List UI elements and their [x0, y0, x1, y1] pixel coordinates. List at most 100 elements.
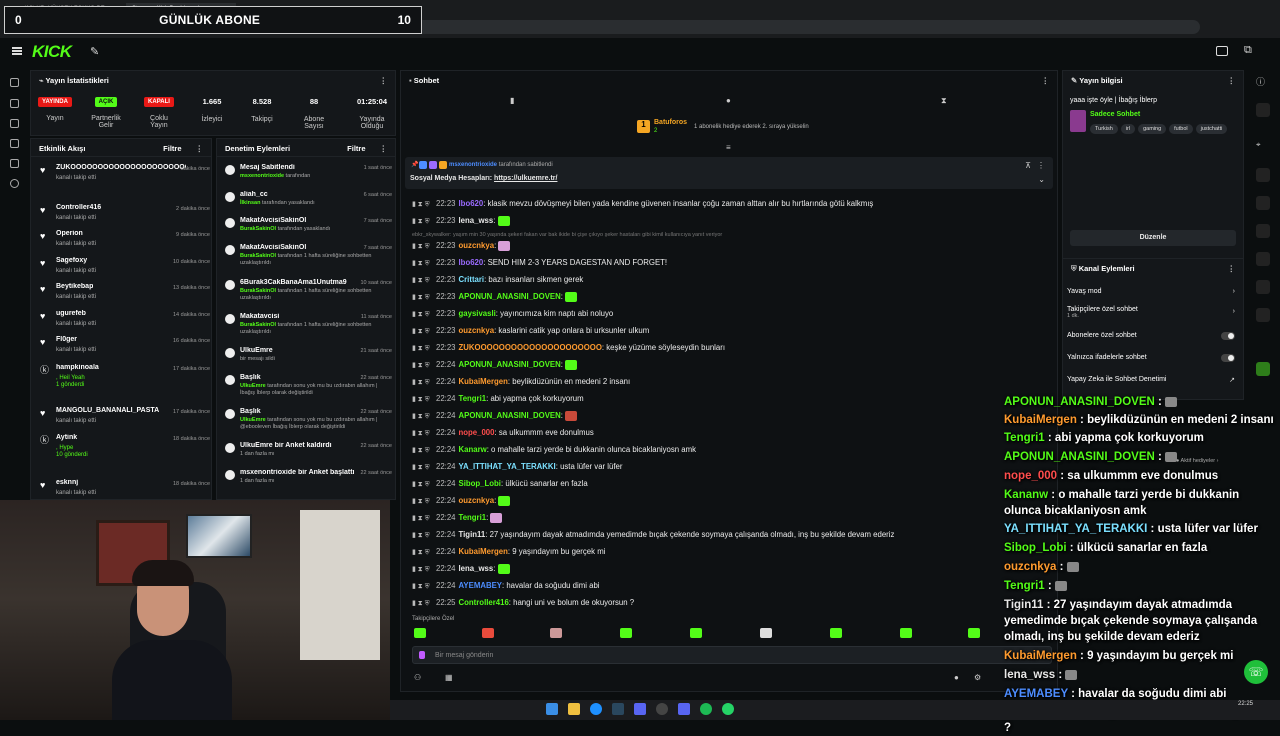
kick-logo[interactable]: KICK: [32, 42, 72, 62]
activity-feed-item[interactable]: ♥ ugurefeb kanalı takip etti 14 dakika önce: [36, 310, 214, 336]
moderator-name[interactable]: BurakSakinOl: [240, 322, 276, 328]
message-mod-controls[interactable]: ▮ ⧗ ⛨: [412, 446, 436, 455]
whatsapp-icon[interactable]: [722, 703, 734, 715]
link-icon[interactable]: [1256, 252, 1270, 266]
activity-user[interactable]: Fl0ger: [56, 336, 77, 343]
chat-message[interactable]: ▮ ⧗ ⛨ 22:23 lbo620: klasik mevzu dövüşmeyi…: [412, 199, 1052, 213]
message-username[interactable]: lena_wss: [459, 216, 494, 225]
moderator-name[interactable]: msxenontrioxide: [240, 173, 284, 179]
folder-icon[interactable]: [568, 703, 580, 715]
message-username[interactable]: AYEMABEY: [459, 581, 502, 590]
discord-icon[interactable]: [678, 703, 690, 715]
gear-icon[interactable]: ⚙: [974, 673, 981, 682]
green-app-icon[interactable]: [1256, 362, 1270, 376]
chat-message[interactable]: ▮ ⧗ ⛨ 22:23 Crittari: bazı insanları sikme…: [412, 275, 1052, 289]
chat-message[interactable]: ▮ ⧗ ⛨ 22:24 APONUN_ANASINI_DOVEN:: [412, 411, 1052, 425]
chat-message[interactable]: ▮ ⧗ ⛨ 22:23 gaysivasli: yayıncımıza kim na…: [412, 309, 1052, 323]
emote-only-toggle[interactable]: [1221, 354, 1235, 362]
message-mod-controls[interactable]: ▮ ⧗ ⛨: [412, 412, 436, 421]
menu-icon[interactable]: [12, 47, 22, 55]
moderation-item[interactable]: MakatAvcisiSakinOl BurakSakinOl tarafında…: [222, 244, 394, 270]
message-username[interactable]: APONUN_ANASINI_DOVEN: [459, 360, 561, 369]
chat-message[interactable]: ▮ ⧗ ⛨ 22:24 nope_000: sa ulkummm eve donul…: [412, 428, 1052, 442]
activity-feed-item[interactable]: ⓚ Aytink , Hype 10 gönderdi 18 dakika önce: [36, 434, 214, 460]
message-username[interactable]: KubaiMergen: [459, 377, 508, 386]
chat-message[interactable]: ▮ ⧗ ⛨ 22:24 Kanarw: o mahalle tarzi yerde …: [412, 445, 1052, 459]
chat-message[interactable]: ▮ ⧗ ⛨ 22:25 Controller416: hangi uni ve bo…: [412, 598, 1052, 612]
activity-feed-item[interactable]: ♥ Sagefoxy kanalı takip etti 10 dakika önce: [36, 257, 214, 283]
message-username[interactable]: ZUKOOOOOOOOOOOOOOOOOOOOO: [459, 343, 602, 352]
message-mod-controls[interactable]: ▮ ⧗ ⛨: [412, 378, 436, 387]
filter-button[interactable]: Filtre: [347, 144, 365, 153]
activity-user[interactable]: MANGOLU_BANANALI_PASTA: [56, 407, 159, 414]
activity-feed-item[interactable]: ♥ Beytikebap kanalı takip etti 13 dakika ön…: [36, 283, 214, 309]
moderator-name[interactable]: BurakSakinOl: [240, 226, 276, 232]
dashboard-icon[interactable]: [10, 99, 19, 108]
chat-message[interactable]: ▮ ⧗ ⛨ 22:23 ouzcnkya: kaslarini catik yap …: [412, 326, 1052, 340]
moderation-item[interactable]: msxenontrioxide bir Anket başlattı 1 dan…: [222, 469, 394, 495]
moderation-item[interactable]: aliah_cc İlkinsan tarafından yasaklandı 6 …: [222, 191, 394, 217]
message-username[interactable]: lena_wss: [459, 564, 494, 573]
chat-message[interactable]: ▮ ⧗ ⛨ 22:24 AYEMABEY: havalar da soğudu di…: [412, 581, 1052, 595]
unpin-icon[interactable]: ⊼: [1025, 161, 1031, 170]
moderator-name[interactable]: UlkuEmre: [240, 417, 266, 423]
chat-message[interactable]: ▮ ⧗ ⛨ 22:24 ouzcnkya:: [412, 496, 1052, 510]
chat-message[interactable]: ▮ ⧗ ⛨ 22:24 Sibop_Lobi: ülkücü sanarlar en…: [412, 479, 1052, 493]
pinned-link[interactable]: https://ulkuemre.tr/: [494, 175, 557, 182]
activity-feed-item[interactable]: ♥ ZUKOOOOOOOOOOOOOOOOOOOOOOO kanalı takip …: [36, 164, 214, 190]
chat-message[interactable]: ▮ ⧗ ⛨ 22:23 ZUKOOOOOOOOOOOOOOOOOOOOO: keşk…: [412, 343, 1052, 357]
activity-feed-item[interactable]: ⓚ hampkinoala , Heil Yeah 1 gönderdi 17 dak…: [36, 364, 214, 390]
people-icon[interactable]: ⚇: [414, 673, 421, 682]
calendar-icon[interactable]: ▦: [445, 673, 453, 682]
moderation-item[interactable]: MakatAvcisiSakinOl BurakSakinOl tarafında…: [222, 217, 394, 243]
trash-icon[interactable]: ▮: [510, 96, 514, 105]
message-username[interactable]: ouzcnkya: [459, 241, 495, 250]
message-username[interactable]: Tengri1: [459, 513, 487, 522]
more-icon[interactable]: ⋮: [1037, 161, 1045, 170]
trophy-icon[interactable]: [10, 119, 19, 128]
chat-message[interactable]: ▮ ⧗ ⛨ 22:24 KubaiMergen: 9 yaşındayım bu g…: [412, 547, 1052, 561]
message-mod-controls[interactable]: ▮ ⧗ ⛨: [412, 276, 436, 285]
emote-icon[interactable]: [550, 628, 562, 638]
expand-icon[interactable]: ≡: [726, 143, 731, 152]
message-icon[interactable]: [1256, 224, 1270, 238]
more-icon[interactable]: ⋮: [196, 144, 204, 153]
moderator-name[interactable]: BurakSakinOl: [240, 288, 276, 294]
edge-icon[interactable]: [590, 703, 602, 715]
calendar-icon[interactable]: [1256, 280, 1270, 294]
message-username[interactable]: Tengri1: [459, 394, 487, 403]
activity-user[interactable]: Sagefoxy: [56, 257, 87, 264]
chat-message[interactable]: ▮ ⧗ ⛨ 22:24 Tengri1:: [412, 513, 1052, 527]
message-username[interactable]: APONUN_ANASINI_DOVEN: [459, 292, 561, 301]
moderator-name[interactable]: UlkuEmre: [240, 383, 266, 389]
lightning-icon[interactable]: [1256, 168, 1270, 182]
message-mod-controls[interactable]: ▮ ⧗ ⛨: [412, 480, 436, 489]
activity-user[interactable]: ugurefeb: [56, 310, 86, 317]
message-username[interactable]: nope_000: [459, 428, 495, 437]
chat-bubble-icon[interactable]: ●: [726, 96, 731, 105]
emote-icon[interactable]: [620, 628, 632, 638]
kick-app-icon[interactable]: ⧉: [1244, 44, 1252, 57]
emote-icon[interactable]: [830, 628, 842, 638]
more-icon[interactable]: ⋮: [380, 76, 388, 85]
moderation-item[interactable]: UlkuEmre bir mesajı sildi 21 saat önce: [222, 347, 394, 373]
message-username[interactable]: Sibop_Lobi: [459, 479, 501, 488]
message-mod-controls[interactable]: ▮ ⧗ ⛨: [412, 344, 436, 353]
message-mod-controls[interactable]: ▮ ⧗ ⛨: [412, 565, 436, 574]
stream-category[interactable]: Sadece Sohbet: [1090, 111, 1140, 118]
more-icon[interactable]: ⋮: [1228, 264, 1236, 273]
activity-user[interactable]: Controller416: [56, 204, 101, 211]
edit-button[interactable]: Düzenle: [1070, 230, 1236, 246]
message-username[interactable]: gaysivasli: [459, 309, 496, 318]
moderator-name[interactable]: BurakSakinOl: [240, 253, 276, 259]
discord-icon[interactable]: [634, 703, 646, 715]
message-username[interactable]: KubaiMergen: [459, 547, 508, 556]
chat-message[interactable]: ▮ ⧗ ⛨ 22:24 APONUN_ANASINI_DOVEN:: [412, 360, 1052, 374]
message-mod-controls[interactable]: ▮ ⧗ ⛨: [412, 395, 436, 404]
activity-feed-item[interactable]: ♥ Operion kanalı takip etti 9 dakika önce: [36, 230, 214, 256]
message-mod-controls[interactable]: ▮ ⧗ ⛨: [412, 463, 436, 472]
emote-icon[interactable]: [760, 628, 772, 638]
message-mod-controls[interactable]: ▮ ⧗ ⛨: [412, 310, 436, 319]
message-mod-controls[interactable]: ▮ ⧗ ⛨: [412, 361, 436, 370]
community-icon[interactable]: [10, 159, 19, 168]
